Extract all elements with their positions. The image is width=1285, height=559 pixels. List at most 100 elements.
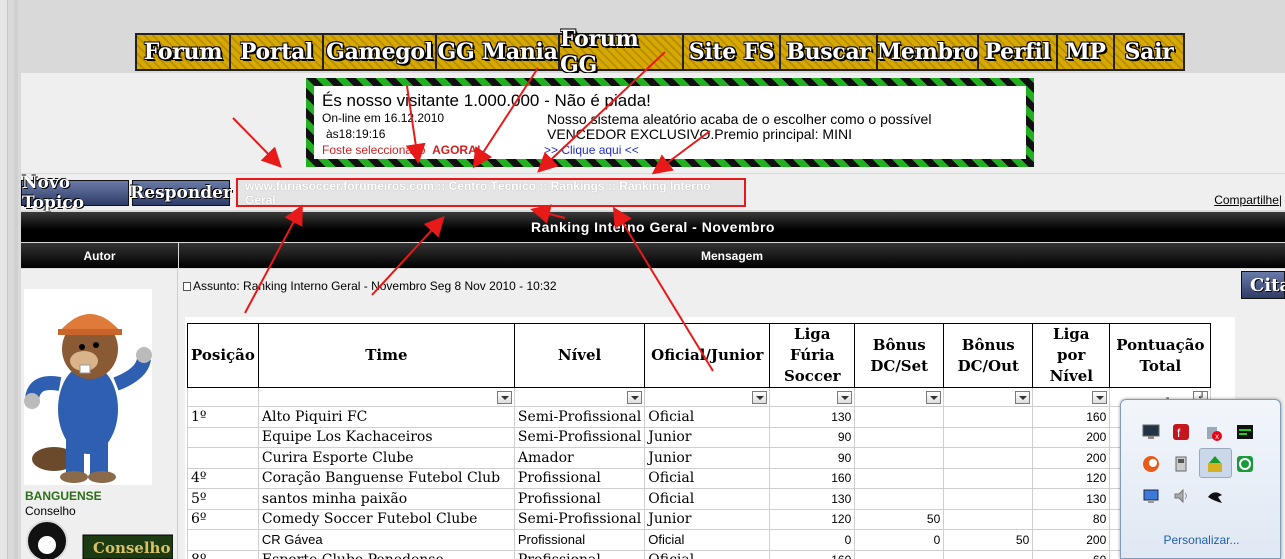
system-tray-overflow-popup: f x Personalizar... bbox=[1120, 399, 1281, 559]
breadcrumb[interactable]: www.furiasoccer.forumeiros.com :: Centro… bbox=[236, 178, 746, 207]
ranking-table-container: Posição Time Nível Oficial/Junior Liga Fúria… bbox=[185, 317, 1235, 559]
upload-icon[interactable] bbox=[1203, 452, 1227, 476]
banner-online-date: On-line em 16.12.2010 bbox=[322, 111, 445, 125]
filter-dropdown-icon[interactable] bbox=[926, 390, 942, 404]
nav-forum-button[interactable]: Forum bbox=[137, 35, 229, 69]
nav-sair-button[interactable]: Sair bbox=[1115, 35, 1183, 69]
cell-level: Semi-Profissional bbox=[513, 426, 646, 448]
cell-type: Oficial bbox=[644, 406, 771, 428]
cell-set bbox=[854, 488, 945, 510]
cell-pos: 4º bbox=[187, 467, 259, 489]
cell-out bbox=[943, 549, 1034, 559]
author-rank: Conselho bbox=[25, 504, 76, 518]
cell-type: Junior bbox=[644, 447, 771, 469]
cell-nivel: 160 bbox=[1032, 406, 1111, 428]
terminal-icon[interactable] bbox=[1233, 420, 1257, 444]
cell-pos bbox=[187, 447, 259, 469]
cell-team: santos minha paixão bbox=[257, 488, 515, 510]
nav-site-fs-button[interactable]: Site FS bbox=[684, 35, 779, 69]
column-header[interactable]: Pontuação Total bbox=[1109, 323, 1212, 388]
filter-dropdown-icon[interactable] bbox=[1015, 390, 1031, 404]
banner-content[interactable]: És nosso visitante 1.000.000 - Não é pia… bbox=[314, 86, 1026, 159]
nav-perfil-button[interactable]: Perfil bbox=[979, 35, 1056, 69]
nav-portal-button[interactable]: Portal bbox=[231, 35, 322, 69]
flash-icon[interactable]: f bbox=[1169, 420, 1193, 444]
avatar[interactable] bbox=[24, 289, 152, 485]
quote-button[interactable]: Cita bbox=[1241, 271, 1285, 299]
cell-nivel: 60 bbox=[1032, 549, 1111, 559]
author-profile: BANGUENSE Conselho Conselho bbox=[21, 269, 178, 559]
filter-cell bbox=[1032, 387, 1111, 407]
column-header[interactable]: Liga Fúria Soccer bbox=[769, 323, 856, 388]
nav-gamegol-button[interactable]: Gamegol bbox=[324, 35, 435, 69]
cell-out bbox=[943, 508, 1034, 530]
cell-level: Semi-Profissional bbox=[513, 508, 646, 530]
post-icon bbox=[183, 282, 191, 291]
cell-nivel: 200 bbox=[1032, 447, 1111, 469]
nav-buscar-button[interactable]: Buscar bbox=[781, 35, 876, 69]
column-header[interactable]: Bônus DC/Out bbox=[943, 323, 1034, 388]
column-header[interactable]: Oficial/Junior bbox=[644, 323, 771, 388]
breadcrumb-text[interactable]: www.furiasoccer.forumeiros.com :: Centro… bbox=[245, 179, 744, 207]
personalize-link[interactable]: Personalizar... bbox=[1121, 533, 1282, 547]
post-title-bar: Ranking Interno Geral - Novembro bbox=[21, 212, 1285, 242]
filter-dropdown-icon[interactable] bbox=[496, 390, 512, 404]
cell-liga: 90 bbox=[769, 447, 856, 469]
bird-icon[interactable] bbox=[1203, 484, 1227, 508]
media-icon[interactable] bbox=[1139, 452, 1163, 476]
nav-membro-button[interactable]: Membro bbox=[877, 35, 979, 69]
filter-cell bbox=[769, 387, 856, 407]
table-filter-row: - bbox=[187, 387, 1212, 407]
visitor-ad-banner[interactable]: És nosso visitante 1.000.000 - Não é pia… bbox=[306, 78, 1034, 167]
cell-type: Junior bbox=[644, 508, 771, 530]
cell-liga: 160 bbox=[769, 549, 856, 559]
cell-level: Profissional bbox=[513, 549, 646, 559]
refresh-green-icon[interactable] bbox=[1233, 452, 1257, 476]
cell-out bbox=[943, 488, 1034, 510]
nav-mp-button[interactable]: MP bbox=[1058, 35, 1113, 69]
column-header[interactable]: Posição bbox=[187, 323, 259, 388]
nav-forum-gg-button[interactable]: Forum GG bbox=[560, 26, 682, 78]
display-icon[interactable] bbox=[1139, 484, 1163, 508]
device-icon[interactable] bbox=[1169, 452, 1193, 476]
filter-dropdown-icon[interactable] bbox=[1092, 390, 1108, 404]
cell-team: Coração Banguense Futebol Club bbox=[257, 467, 515, 489]
banner-selected: Foste seleccionado AGORA! bbox=[322, 143, 481, 157]
ranking-table: Posição Time Nível Oficial/Junior Liga Fúria… bbox=[187, 323, 1212, 559]
cell-set bbox=[854, 447, 945, 469]
cell-set: 0 bbox=[854, 529, 945, 551]
share-link[interactable]: Compartilhe| bbox=[1214, 193, 1282, 207]
table-row: 4º Coração Banguense Futebol Club Profissi… bbox=[187, 467, 1212, 489]
volume-icon[interactable] bbox=[1169, 484, 1193, 508]
filter-dropdown-icon[interactable] bbox=[752, 390, 768, 404]
nav-gg-mania-button[interactable]: GG Mania bbox=[437, 35, 558, 69]
banner-online-time: às18:19:16 bbox=[326, 127, 386, 141]
cell-pos: 8º bbox=[187, 549, 259, 559]
column-header[interactable]: Time bbox=[257, 323, 515, 388]
new-topic-button[interactable]: Novo Topico bbox=[21, 173, 129, 213]
cell-level: Profissional bbox=[513, 488, 646, 510]
column-header[interactable]: Bônus DC/Set bbox=[854, 323, 945, 388]
banner-click-link[interactable]: >> Clique aqui << bbox=[544, 143, 639, 157]
rank-badge: Conselho bbox=[23, 519, 174, 559]
cell-team: Curira Esporte Clube bbox=[257, 447, 515, 469]
column-header[interactable]: Nível bbox=[513, 323, 646, 388]
cell-level: Profissional bbox=[513, 467, 646, 489]
cell-level: Semi-Profissional bbox=[513, 406, 646, 428]
cell-liga: 130 bbox=[769, 488, 856, 510]
table-row: 1º Alto Piquiri FC Semi-Profissional Oficia… bbox=[187, 406, 1212, 428]
cell-type: Oficial bbox=[644, 488, 771, 510]
author-name[interactable]: BANGUENSE bbox=[25, 489, 102, 503]
table-row: 6º Comedy Soccer Futebol Clube Semi-Profis… bbox=[187, 508, 1212, 530]
monitor-icon[interactable] bbox=[1139, 420, 1163, 444]
filter-dropdown-icon[interactable] bbox=[627, 390, 643, 404]
column-header[interactable]: Liga por Nível bbox=[1032, 323, 1111, 388]
banner-system-line: Nosso sistema aleatório acaba de o escol… bbox=[547, 111, 932, 127]
reply-button[interactable]: Responder bbox=[130, 180, 232, 206]
cell-nivel: 80 bbox=[1032, 508, 1111, 530]
cell-pos bbox=[187, 529, 259, 551]
network-error-icon[interactable]: x bbox=[1201, 420, 1225, 444]
filter-dropdown-icon[interactable] bbox=[837, 390, 853, 404]
cell-set bbox=[854, 549, 945, 559]
table-header-row: Posição Time Nível Oficial/Junior Liga Fúria… bbox=[187, 323, 1212, 388]
